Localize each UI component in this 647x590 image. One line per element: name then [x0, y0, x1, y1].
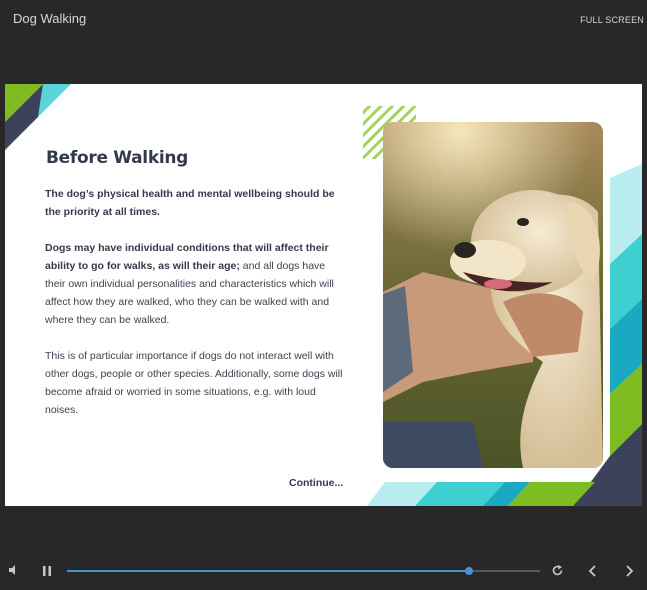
- player-controls: [0, 556, 647, 590]
- progress-handle[interactable]: [465, 567, 474, 575]
- chevron-right-icon[interactable]: [623, 564, 635, 578]
- volume-icon[interactable]: [8, 564, 20, 576]
- slide-body: The dog’s physical health and mental wel…: [45, 185, 345, 437]
- paragraph-2: Dogs may have individual conditions that…: [45, 239, 345, 329]
- replay-icon[interactable]: [551, 564, 564, 577]
- slide-heading: Before Walking: [46, 148, 189, 168]
- pause-icon[interactable]: [42, 565, 52, 577]
- paragraph-3: This is of particular importance if dogs…: [45, 350, 343, 416]
- progress-bar[interactable]: [67, 567, 540, 575]
- chevron-left-icon[interactable]: [587, 564, 599, 578]
- course-title: Dog Walking: [13, 11, 87, 26]
- dog-photo: [383, 122, 603, 468]
- slide-panel: Before Walking The dog’s physical health…: [5, 84, 642, 506]
- continue-link[interactable]: Continue...: [289, 477, 343, 489]
- progress-fill: [67, 570, 470, 572]
- paragraph-1: The dog’s physical health and mental wel…: [45, 188, 335, 218]
- fullscreen-button[interactable]: FULL SCREEN: [580, 15, 644, 25]
